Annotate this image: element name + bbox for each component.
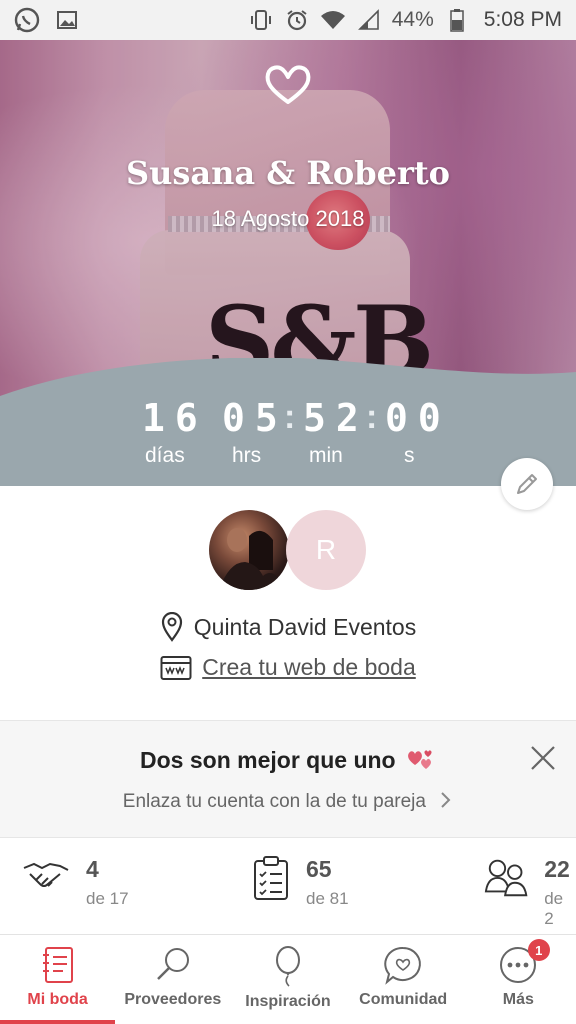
venue-name: Quinta David Eventos bbox=[193, 613, 417, 640]
nav-mi-boda[interactable]: Mi boda bbox=[0, 935, 116, 1024]
search-icon bbox=[156, 948, 189, 980]
wedding-date: 18 Agosto 2018 bbox=[211, 206, 365, 231]
bottom-navigation: Mi boda Proveedores Inspiración Comunida… bbox=[0, 934, 576, 1024]
nav-label: Inspiración bbox=[245, 993, 331, 1010]
link-partner-card[interactable]: Dos son mejor que uno Enlaza tu cuenta c… bbox=[0, 720, 576, 838]
hearts-icon bbox=[408, 750, 432, 769]
nav-label: Más bbox=[502, 991, 534, 1008]
pencil-icon bbox=[517, 474, 537, 494]
close-icon[interactable] bbox=[530, 745, 556, 771]
battery-percent: 44% bbox=[391, 8, 434, 31]
countdown-minutes: 52 bbox=[303, 396, 369, 440]
create-website-link[interactable]: Crea tu web de boda bbox=[0, 654, 576, 681]
status-bar: 44% 5:08 PM bbox=[0, 0, 576, 40]
stat-guests[interactable]: 22 de 2 bbox=[484, 856, 576, 929]
vibrate-icon bbox=[248, 7, 274, 33]
nav-inspiracion[interactable]: Inspiración bbox=[230, 935, 345, 1024]
edit-button[interactable] bbox=[501, 458, 553, 510]
nav-comunidad[interactable]: Comunidad bbox=[346, 935, 461, 1024]
stat-vendors-total: de 17 bbox=[86, 889, 129, 908]
couple-avatars: R bbox=[0, 510, 576, 590]
wifi-icon bbox=[320, 7, 346, 33]
create-website-label: Crea tu web de boda bbox=[202, 654, 416, 680]
whatsapp-icon bbox=[14, 7, 40, 33]
countdown-days-label: días bbox=[145, 444, 185, 467]
countdown-hours-label: hrs bbox=[232, 444, 262, 467]
stat-tasks[interactable]: 65 de 81 bbox=[252, 856, 349, 909]
stat-vendors-value: 4 bbox=[86, 856, 99, 882]
stat-tasks-value: 65 bbox=[306, 856, 332, 882]
browser-icon bbox=[160, 655, 192, 680]
nav-mas[interactable]: 1 Más bbox=[461, 935, 576, 1024]
notification-badge: 1 bbox=[527, 939, 550, 961]
countdown-seconds: 00 bbox=[385, 396, 451, 440]
stat-guests-value: 22 bbox=[544, 856, 570, 882]
nav-label: Comunidad bbox=[359, 991, 448, 1008]
venue[interactable]: Quinta David Eventos bbox=[0, 612, 576, 642]
stat-tasks-total: de 81 bbox=[306, 889, 349, 908]
promo-title: Dos son mejor que uno bbox=[0, 747, 576, 774]
promo-subtitle-text: Enlaza tu cuenta con la de tu pareja bbox=[122, 791, 426, 812]
heart-icon bbox=[265, 65, 311, 104]
countdown-hours: 05 bbox=[222, 396, 288, 440]
clock: 5:08 PM bbox=[483, 8, 562, 31]
countdown-seconds-label: s bbox=[404, 444, 415, 467]
avatar-photo[interactable] bbox=[209, 510, 289, 590]
promo-title-text: Dos son mejor que uno bbox=[140, 747, 396, 773]
countdown-colon: : bbox=[284, 398, 296, 436]
countdown-minutes-label: min bbox=[309, 444, 343, 467]
nav-proveedores[interactable]: Proveedores bbox=[115, 935, 230, 1024]
chevron-right-icon bbox=[441, 792, 451, 808]
location-pin-icon bbox=[161, 612, 182, 642]
battery-icon bbox=[444, 7, 470, 33]
signal-icon bbox=[356, 7, 382, 33]
guests-icon bbox=[484, 859, 528, 897]
countdown: 16 05 : 52 : 00 días hrs min s bbox=[0, 396, 576, 486]
wedding-stats: 4 de 17 65 de 81 22 de 2 bbox=[0, 856, 576, 932]
partner-avatar[interactable]: R bbox=[286, 510, 366, 590]
alarm-icon bbox=[284, 7, 310, 33]
nav-label: Mi boda bbox=[27, 991, 88, 1008]
countdown-days: 16 bbox=[142, 396, 208, 440]
handshake-icon bbox=[23, 862, 69, 887]
image-icon bbox=[54, 7, 80, 33]
notebook-icon bbox=[42, 947, 73, 983]
promo-subtitle[interactable]: Enlaza tu cuenta con la de tu pareja bbox=[0, 791, 576, 813]
stat-vendors[interactable]: 4 de 17 bbox=[22, 856, 129, 909]
countdown-colon: : bbox=[366, 398, 378, 436]
couple-names: Susana & Roberto bbox=[126, 154, 450, 192]
balloon-icon bbox=[275, 946, 300, 987]
stat-guests-total: de 2 bbox=[544, 889, 564, 928]
nav-label: Proveedores bbox=[124, 991, 222, 1008]
checklist-icon bbox=[254, 856, 288, 900]
chat-heart-icon bbox=[384, 946, 422, 985]
wedding-hero[interactable]: S&B Susana & Roberto 18 Agosto 2018 16 0… bbox=[0, 40, 576, 486]
